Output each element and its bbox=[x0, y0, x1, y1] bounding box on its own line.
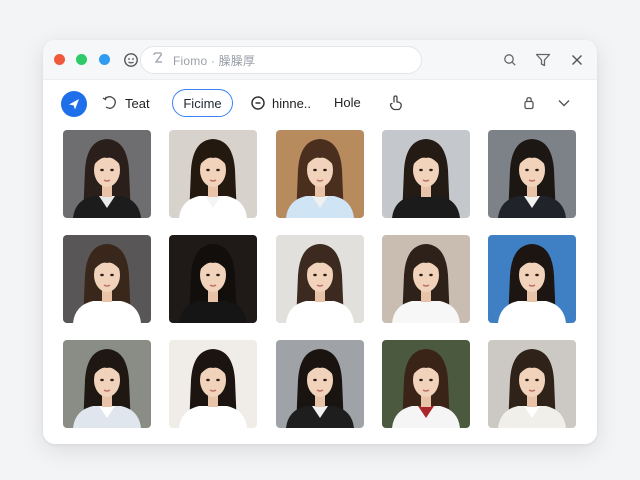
close-icon[interactable] bbox=[565, 48, 589, 72]
photo-thumbnail[interactable] bbox=[488, 340, 576, 428]
tool-hole-label: Hole bbox=[334, 95, 361, 110]
photo-thumbnail[interactable] bbox=[276, 130, 364, 218]
photo-thumbnail[interactable] bbox=[382, 235, 470, 323]
photo-thumbnail[interactable] bbox=[276, 235, 364, 323]
lock-icon[interactable] bbox=[517, 91, 541, 115]
portrait-image bbox=[276, 130, 364, 218]
tool-teat[interactable]: Teat bbox=[101, 95, 150, 111]
portrait-image bbox=[169, 130, 257, 218]
search-icon[interactable] bbox=[498, 48, 522, 72]
portrait-image bbox=[276, 340, 364, 428]
portrait-image bbox=[169, 235, 257, 323]
address-text: Fiomo · 臊臊厚 bbox=[173, 53, 256, 68]
send-button[interactable] bbox=[61, 91, 87, 117]
chevron-down-icon[interactable] bbox=[552, 91, 576, 115]
photo-thumbnail[interactable] bbox=[488, 130, 576, 218]
photo-thumbnail[interactable] bbox=[382, 340, 470, 428]
paper-plane-icon bbox=[69, 99, 79, 110]
portrait-image bbox=[488, 235, 576, 323]
photo-grid bbox=[63, 130, 577, 428]
portrait-image bbox=[63, 340, 151, 428]
tab-ficime[interactable]: Ficime bbox=[172, 89, 233, 117]
photo-thumbnail[interactable] bbox=[169, 235, 257, 323]
title-bar: Fiomo · 臊臊厚 bbox=[43, 40, 597, 80]
address-bar[interactable]: Fiomo · 臊臊厚 bbox=[140, 46, 422, 74]
photo-thumbnail[interactable] bbox=[63, 235, 151, 323]
tab-ficime-label: Ficime bbox=[183, 95, 222, 111]
maximize-window-button[interactable] bbox=[99, 54, 110, 65]
photo-thumbnail[interactable] bbox=[382, 130, 470, 218]
close-window-button[interactable] bbox=[54, 54, 65, 65]
tool-teat-label: Teat bbox=[125, 95, 150, 111]
photo-thumbnail[interactable] bbox=[63, 130, 151, 218]
portrait-image bbox=[169, 340, 257, 428]
photo-thumbnail[interactable] bbox=[488, 235, 576, 323]
minus-circle-icon bbox=[251, 96, 265, 110]
filter-icon[interactable] bbox=[531, 48, 555, 72]
portrait-image bbox=[382, 130, 470, 218]
portrait-image bbox=[63, 235, 151, 323]
portrait-image bbox=[488, 340, 576, 428]
photo-thumbnail[interactable] bbox=[169, 130, 257, 218]
portrait-image bbox=[63, 130, 151, 218]
portrait-image bbox=[382, 340, 470, 428]
tool-hole[interactable]: Hole bbox=[334, 95, 361, 110]
photo-thumbnail[interactable] bbox=[63, 340, 151, 428]
link-icon bbox=[151, 51, 165, 70]
tool-hinne-label: hinne.. bbox=[272, 95, 312, 111]
portrait-image bbox=[276, 235, 364, 323]
minimize-window-button[interactable] bbox=[76, 54, 87, 65]
refresh-icon bbox=[102, 96, 116, 109]
portrait-image bbox=[488, 130, 576, 218]
touch-icon[interactable] bbox=[384, 91, 408, 115]
tool-hinne[interactable]: hinne.. bbox=[250, 95, 311, 111]
photo-thumbnail[interactable] bbox=[169, 340, 257, 428]
photo-thumbnail[interactable] bbox=[276, 340, 364, 428]
app-window: Fiomo · 臊臊厚 Teat Ficime hinne.. Hole bbox=[43, 40, 597, 444]
portrait-image bbox=[382, 235, 470, 323]
